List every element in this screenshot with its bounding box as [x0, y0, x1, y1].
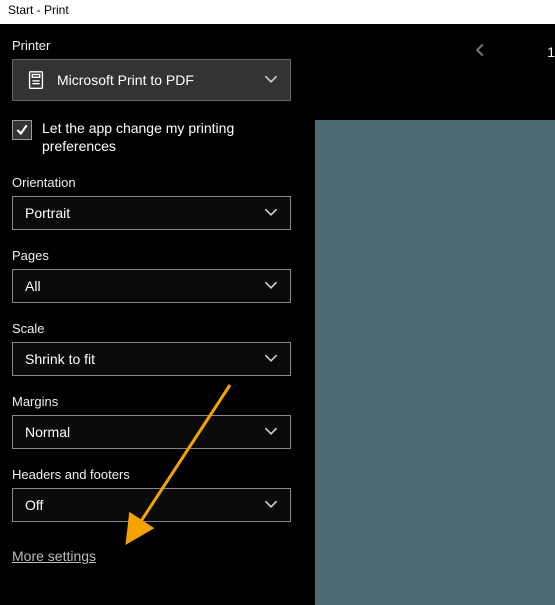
- printer-label: Printer: [12, 38, 291, 53]
- orientation-select[interactable]: Portrait: [12, 196, 291, 230]
- window-titlebar: Start - Print: [0, 0, 555, 24]
- pages-select[interactable]: All: [12, 269, 291, 303]
- page-prev-button[interactable]: [473, 40, 487, 63]
- printer-select[interactable]: Microsoft Print to PDF: [12, 59, 291, 101]
- print-preview-page: [315, 120, 555, 605]
- chevron-down-icon: [264, 497, 278, 514]
- pages-selected: All: [25, 278, 41, 294]
- print-options-panel: Printer Microsoft Print to PDF: [0, 24, 303, 605]
- chevron-down-icon: [264, 205, 278, 222]
- margins-label: Margins: [12, 394, 291, 409]
- margins-select[interactable]: Normal: [12, 415, 291, 449]
- page-number: 1: [547, 44, 555, 60]
- scale-label: Scale: [12, 321, 291, 336]
- headers-footers-select[interactable]: Off: [12, 488, 291, 522]
- headers-footers-label: Headers and footers: [12, 467, 291, 482]
- orientation-selected: Portrait: [25, 205, 70, 221]
- scale-selected: Shrink to fit: [25, 351, 95, 367]
- more-settings-link[interactable]: More settings: [12, 548, 96, 564]
- window-title: Start - Print: [8, 3, 69, 17]
- headers-footers-selected: Off: [25, 497, 43, 513]
- printer-icon: [25, 69, 47, 91]
- app-change-prefs-checkbox[interactable]: [12, 120, 32, 140]
- chevron-down-icon: [264, 424, 278, 441]
- app-change-prefs-label: Let the app change my printing preferenc…: [42, 119, 272, 155]
- printer-selected: Microsoft Print to PDF: [57, 72, 194, 88]
- pages-label: Pages: [12, 248, 291, 263]
- chevron-down-icon: [264, 351, 278, 368]
- chevron-down-icon: [264, 278, 278, 295]
- margins-selected: Normal: [25, 424, 70, 440]
- orientation-label: Orientation: [12, 175, 291, 190]
- scale-select[interactable]: Shrink to fit: [12, 342, 291, 376]
- chevron-down-icon: [264, 72, 278, 89]
